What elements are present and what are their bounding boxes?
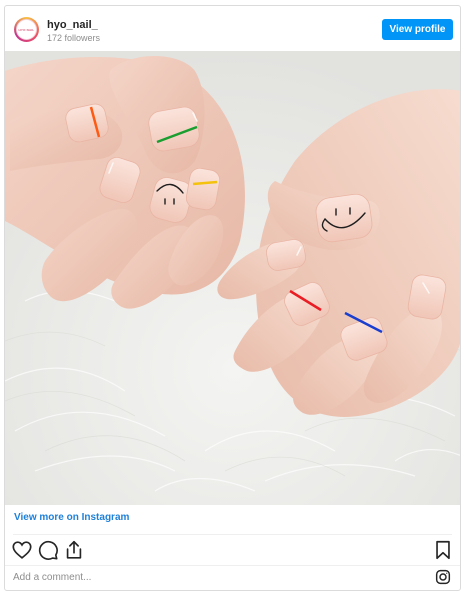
- follower-count: 172 followers: [47, 33, 101, 43]
- username[interactable]: hyo_nail_: [47, 19, 98, 31]
- view-profile-button[interactable]: View profile: [382, 19, 453, 40]
- action-bar: [5, 539, 460, 563]
- nail-art-photo: [5, 51, 460, 505]
- instagram-icon[interactable]: [435, 569, 451, 585]
- divider: [5, 565, 460, 566]
- view-more-link[interactable]: View more on Instagram: [14, 512, 129, 523]
- post-photo[interactable]: [5, 51, 460, 505]
- avatar[interactable]: HYO NAIL: [14, 17, 39, 42]
- instagram-embed-card: HYO NAIL hyo_nail_ 172 followers View pr…: [4, 5, 461, 591]
- post-header: HYO NAIL hyo_nail_ 172 followers View pr…: [5, 6, 460, 52]
- share-icon[interactable]: [63, 539, 85, 561]
- add-comment-input[interactable]: Add a comment...: [13, 572, 91, 583]
- heart-icon[interactable]: [11, 539, 33, 561]
- bookmark-icon[interactable]: [432, 539, 454, 561]
- divider: [13, 534, 452, 535]
- comment-icon[interactable]: [37, 539, 59, 561]
- avatar-image: HYO NAIL: [16, 19, 37, 40]
- avatar-logo-text: HYO NAIL: [18, 27, 35, 32]
